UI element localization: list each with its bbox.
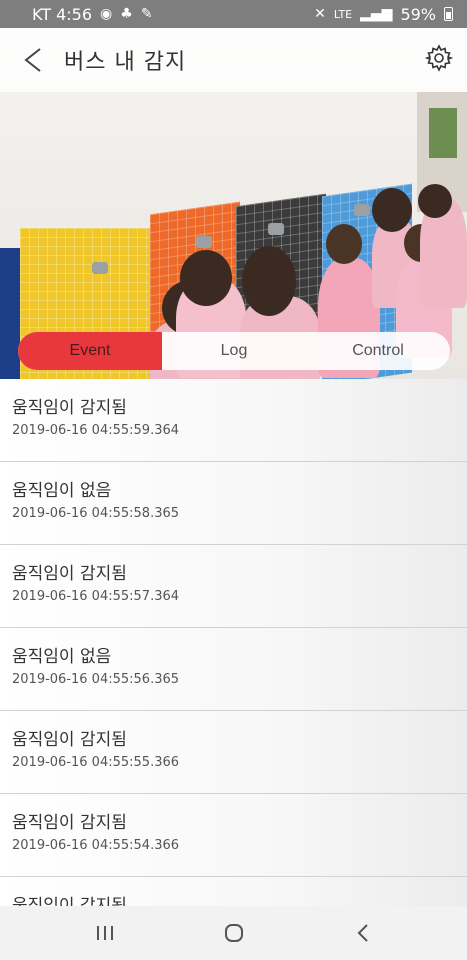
event-title: 움직임이 감지됨	[12, 398, 127, 418]
list-item[interactable]: 움직임이 감지됨 2019-06-16 04:55:59.364	[0, 379, 467, 462]
list-item[interactable]: 움직임이 없음 2019-06-16 04:55:56.365	[0, 628, 467, 711]
notification-icon: ♣	[120, 6, 133, 22]
home-button[interactable]	[210, 913, 258, 953]
event-title: 움직임이 감지됨	[12, 896, 127, 906]
back-button[interactable]	[18, 45, 48, 75]
event-title: 움직임이 감지됨	[12, 564, 127, 584]
message-icon: ◉	[100, 6, 113, 22]
signal-icon: ▂▄▆	[360, 6, 393, 22]
carrier-time: KT 4:56	[32, 4, 93, 24]
event-time: 2019-06-16 04:55:59.364	[12, 423, 180, 438]
back-arrow-icon	[24, 48, 41, 72]
mute-icon: ✕	[314, 6, 326, 22]
page-title: 버스 내 감지	[64, 50, 187, 75]
view-tabs: Event Log Control	[18, 332, 450, 370]
system-nav-bar	[0, 906, 467, 960]
scene-child-head	[418, 184, 452, 218]
recent-apps-icon	[96, 926, 113, 940]
event-time: 2019-06-16 04:55:57.364	[12, 589, 180, 604]
list-item[interactable]: 움직임이 감지됨	[0, 877, 467, 906]
scene-faucet	[268, 223, 284, 235]
scene-child-head	[180, 250, 232, 306]
network-type: LTE	[333, 7, 353, 21]
event-title: 움직임이 없음	[12, 647, 112, 667]
app-header: 버스 내 감지	[0, 28, 467, 92]
battery-percent: 59%	[400, 4, 436, 24]
event-title: 움직임이 감지됨	[12, 813, 127, 833]
tab-control[interactable]: Control	[306, 332, 450, 370]
event-title: 움직임이 감지됨	[12, 730, 127, 750]
event-time: 2019-06-16 04:55:54.366	[12, 838, 180, 853]
camera-view: 버스 내 감지 Event Log Control	[0, 28, 467, 379]
battery-icon	[444, 7, 453, 21]
list-item[interactable]: 움직임이 없음 2019-06-16 04:55:58.365	[0, 462, 467, 545]
recent-apps-button[interactable]	[81, 913, 129, 953]
list-item[interactable]: 움직임이 감지됨 2019-06-16 04:55:55.366	[0, 711, 467, 794]
status-bar: KT 4:56 ◉ ♣ ✎ ✕ LTE ▂▄▆ 59%	[0, 0, 467, 28]
wrench-icon: ✎	[140, 6, 153, 22]
scene-child-head	[372, 188, 412, 232]
event-time: 2019-06-16 04:55:55.366	[12, 755, 180, 770]
nav-back-button[interactable]	[339, 913, 387, 953]
scene-faucet	[92, 262, 108, 274]
tab-log[interactable]: Log	[162, 332, 306, 370]
tab-event[interactable]: Event	[18, 332, 162, 370]
event-time: 2019-06-16 04:55:56.365	[12, 672, 180, 687]
list-item[interactable]: 움직임이 감지됨 2019-06-16 04:55:57.364	[0, 545, 467, 628]
list-item[interactable]: 움직임이 감지됨 2019-06-16 04:55:54.366	[0, 794, 467, 877]
scene-tiles-blue	[0, 248, 20, 379]
event-list: 움직임이 감지됨 2019-06-16 04:55:59.364 움직임이 없음…	[0, 379, 467, 906]
scene-window-pane	[429, 108, 457, 158]
scene-faucet	[354, 204, 370, 216]
scene-child-head	[242, 246, 296, 316]
scene-child-head	[326, 224, 362, 264]
nav-back-icon	[357, 924, 368, 942]
scene-faucet	[196, 236, 212, 248]
home-icon	[224, 924, 243, 942]
event-time: 2019-06-16 04:55:58.365	[12, 506, 180, 521]
gear-icon	[424, 44, 454, 72]
event-title: 움직임이 없음	[12, 481, 112, 501]
settings-button[interactable]	[424, 44, 454, 72]
